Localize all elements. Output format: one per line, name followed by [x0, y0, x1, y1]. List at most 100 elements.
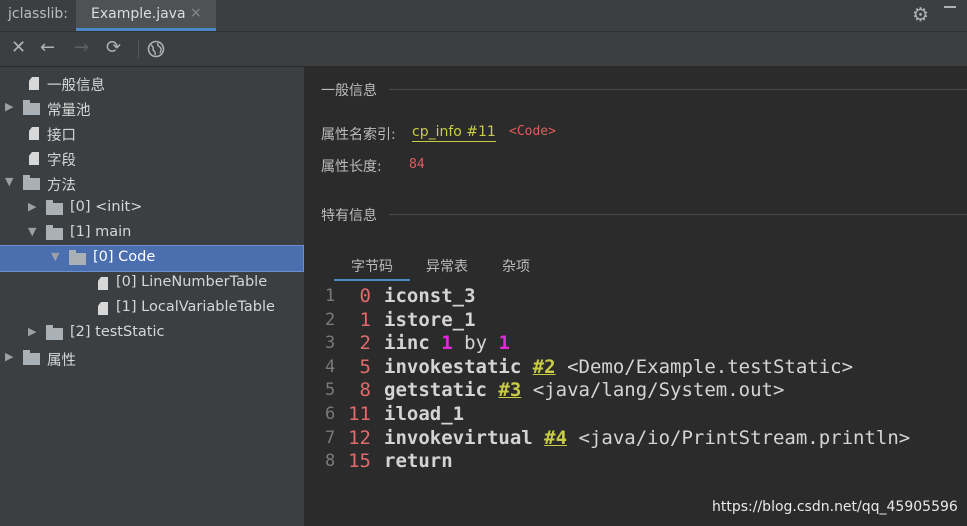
constant-pool-link[interactable]: #4: [544, 427, 567, 449]
expand-arrow-icon[interactable]: ▶: [5, 350, 17, 363]
section-divider: [389, 89, 967, 90]
file-icon: [29, 152, 39, 165]
instruction-offset: 0: [359, 285, 371, 307]
instruction-offset: 11: [348, 403, 371, 425]
app-label: jclasslib:: [8, 6, 69, 22]
tab-exception-table[interactable]: 异常表: [426, 251, 468, 281]
tab-bytecode[interactable]: 字节码: [334, 251, 410, 281]
title-bar: jclasslib: Example.java × ⚙: [0, 0, 967, 32]
back-arrow-icon[interactable]: ←: [40, 37, 55, 59]
bytecode-line[interactable]: 1 0 iconst_3: [305, 285, 967, 309]
close-icon[interactable]: ✕: [11, 37, 26, 59]
opcode: istore_1: [384, 308, 476, 331]
line-number: 2: [325, 309, 336, 330]
tab-example-java[interactable]: Example.java ×: [76, 0, 216, 31]
tree-item[interactable]: ▼ [1] main: [0, 221, 303, 246]
tree-item-label: 方法: [47, 178, 76, 194]
line-number: 6: [325, 404, 336, 424]
collapse-arrow-icon[interactable]: ▼: [28, 225, 40, 238]
close-tab-icon[interactable]: ×: [190, 5, 202, 21]
opcode: iconst_3: [384, 285, 476, 307]
tree-item[interactable]: ▶ [2] testStatic: [0, 321, 303, 346]
name-index-tag: <Code>: [509, 124, 556, 139]
opcode: invokestatic: [384, 355, 522, 378]
folder-icon: [46, 325, 63, 340]
tree-item[interactable]: ▼ [0] Code: [0, 245, 304, 272]
watermark: https://blog.csdn.net/qq_45905596: [712, 499, 958, 515]
toolbar-divider: [138, 40, 139, 58]
bytecode-line[interactable]: 6 11 iload_1: [305, 403, 967, 427]
attribute-length-value: 84: [409, 157, 425, 172]
tree-item[interactable]: ▶ 常量池: [0, 96, 303, 121]
instruction-offset: 8: [359, 379, 371, 402]
line-number: 5: [325, 380, 336, 401]
line-number: 3: [325, 333, 336, 354]
constant-pool-link[interactable]: #3: [498, 379, 521, 401]
instruction-offset: 12: [348, 426, 371, 449]
detail-pane: 一般信息 属性名索引: cp_info #11 <Code> 属性长度: 84 …: [305, 67, 967, 526]
tree-item-label: [1] main: [70, 224, 132, 240]
collapse-arrow-icon[interactable]: ▼: [5, 175, 17, 188]
instruction-offset: 1: [359, 308, 371, 331]
file-icon: [98, 277, 108, 290]
folder-icon: [23, 350, 40, 365]
tree-item-label: 常量池: [47, 103, 91, 119]
constant-comment: <Demo/Example.testStatic>: [567, 355, 854, 378]
bytecode-line[interactable]: 2 1 istore_1: [305, 309, 967, 333]
bytecode-line[interactable]: 4 5 invokestatic #2 <Demo/Example.testStat…: [305, 356, 967, 380]
tree-item[interactable]: 字段: [0, 146, 303, 171]
tree-item-label: 一般信息: [47, 78, 105, 94]
globe-icon[interactable]: [147, 40, 165, 58]
name-index-label: 属性名索引:: [321, 127, 396, 143]
line-number: 1: [325, 286, 336, 306]
tree-item[interactable]: 一般信息: [0, 71, 303, 96]
tree-item[interactable]: [0] LineNumberTable: [0, 271, 303, 296]
line-number: 4: [325, 356, 336, 377]
gear-icon[interactable]: ⚙: [912, 4, 929, 26]
tree-item[interactable]: ▶ 属性: [0, 346, 303, 371]
forward-arrow-icon[interactable]: →: [74, 37, 89, 59]
opcode: iinc: [384, 332, 430, 355]
operand: 1: [441, 332, 453, 355]
opcode: invokevirtual: [384, 426, 533, 449]
tree-item-label: 字段: [47, 153, 76, 169]
instruction: return: [384, 450, 453, 472]
instruction: invokevirtual #4 <java/io/PrintStream.pr…: [384, 427, 910, 449]
tree-item[interactable]: [1] LocalVariableTable: [0, 296, 303, 321]
name-index-link[interactable]: cp_info #11: [412, 123, 496, 142]
tree-item[interactable]: ▶ [0] <init>: [0, 196, 303, 221]
expand-arrow-icon[interactable]: ▶: [28, 200, 40, 213]
instruction: invokestatic #2 <Demo/Example.testStatic…: [384, 356, 853, 378]
file-icon: [98, 302, 108, 315]
tree-item[interactable]: ▼ 方法: [0, 171, 303, 196]
line-number: 8: [325, 451, 336, 472]
constant-pool-link[interactable]: #2: [533, 356, 556, 378]
bytecode-line[interactable]: 5 8 getstatic #3 <java/lang/System.out>: [305, 379, 967, 403]
attribute-length-label: 属性长度:: [321, 159, 382, 175]
folder-icon: [23, 100, 40, 115]
collapse-arrow-icon[interactable]: ▼: [51, 250, 63, 263]
instruction-offset: 15: [348, 450, 371, 473]
line-number: 7: [325, 427, 336, 448]
tree-item-label: [0] <init>: [70, 199, 143, 215]
refresh-icon[interactable]: ⟳: [106, 37, 121, 59]
tree-item-label: 属性: [47, 353, 76, 369]
bytecode-line[interactable]: 3 2 iinc 1 by 1: [305, 332, 967, 356]
operand: 1: [498, 332, 510, 355]
constant-comment: <java/lang/System.out>: [532, 379, 785, 402]
folder-icon: [23, 175, 40, 190]
toolbar: ✕ ← → ⟳: [0, 32, 967, 67]
instruction: getstatic #3 <java/lang/System.out>: [384, 379, 784, 401]
expand-arrow-icon[interactable]: ▶: [28, 325, 40, 338]
tree-item[interactable]: 接口: [0, 121, 303, 146]
bytecode-line[interactable]: 8 15 return: [305, 450, 967, 474]
file-icon: [29, 77, 39, 90]
section-divider: [389, 214, 967, 215]
tree-item-label: 接口: [47, 128, 76, 144]
bytecode-line[interactable]: 7 12 invokevirtual #4 <java/io/PrintStream…: [305, 427, 967, 451]
instruction: iconst_3: [384, 285, 476, 307]
minimize-icon[interactable]: [944, 6, 956, 8]
folder-icon: [69, 250, 86, 265]
expand-arrow-icon[interactable]: ▶: [5, 100, 17, 113]
tab-misc[interactable]: 杂项: [502, 251, 530, 281]
